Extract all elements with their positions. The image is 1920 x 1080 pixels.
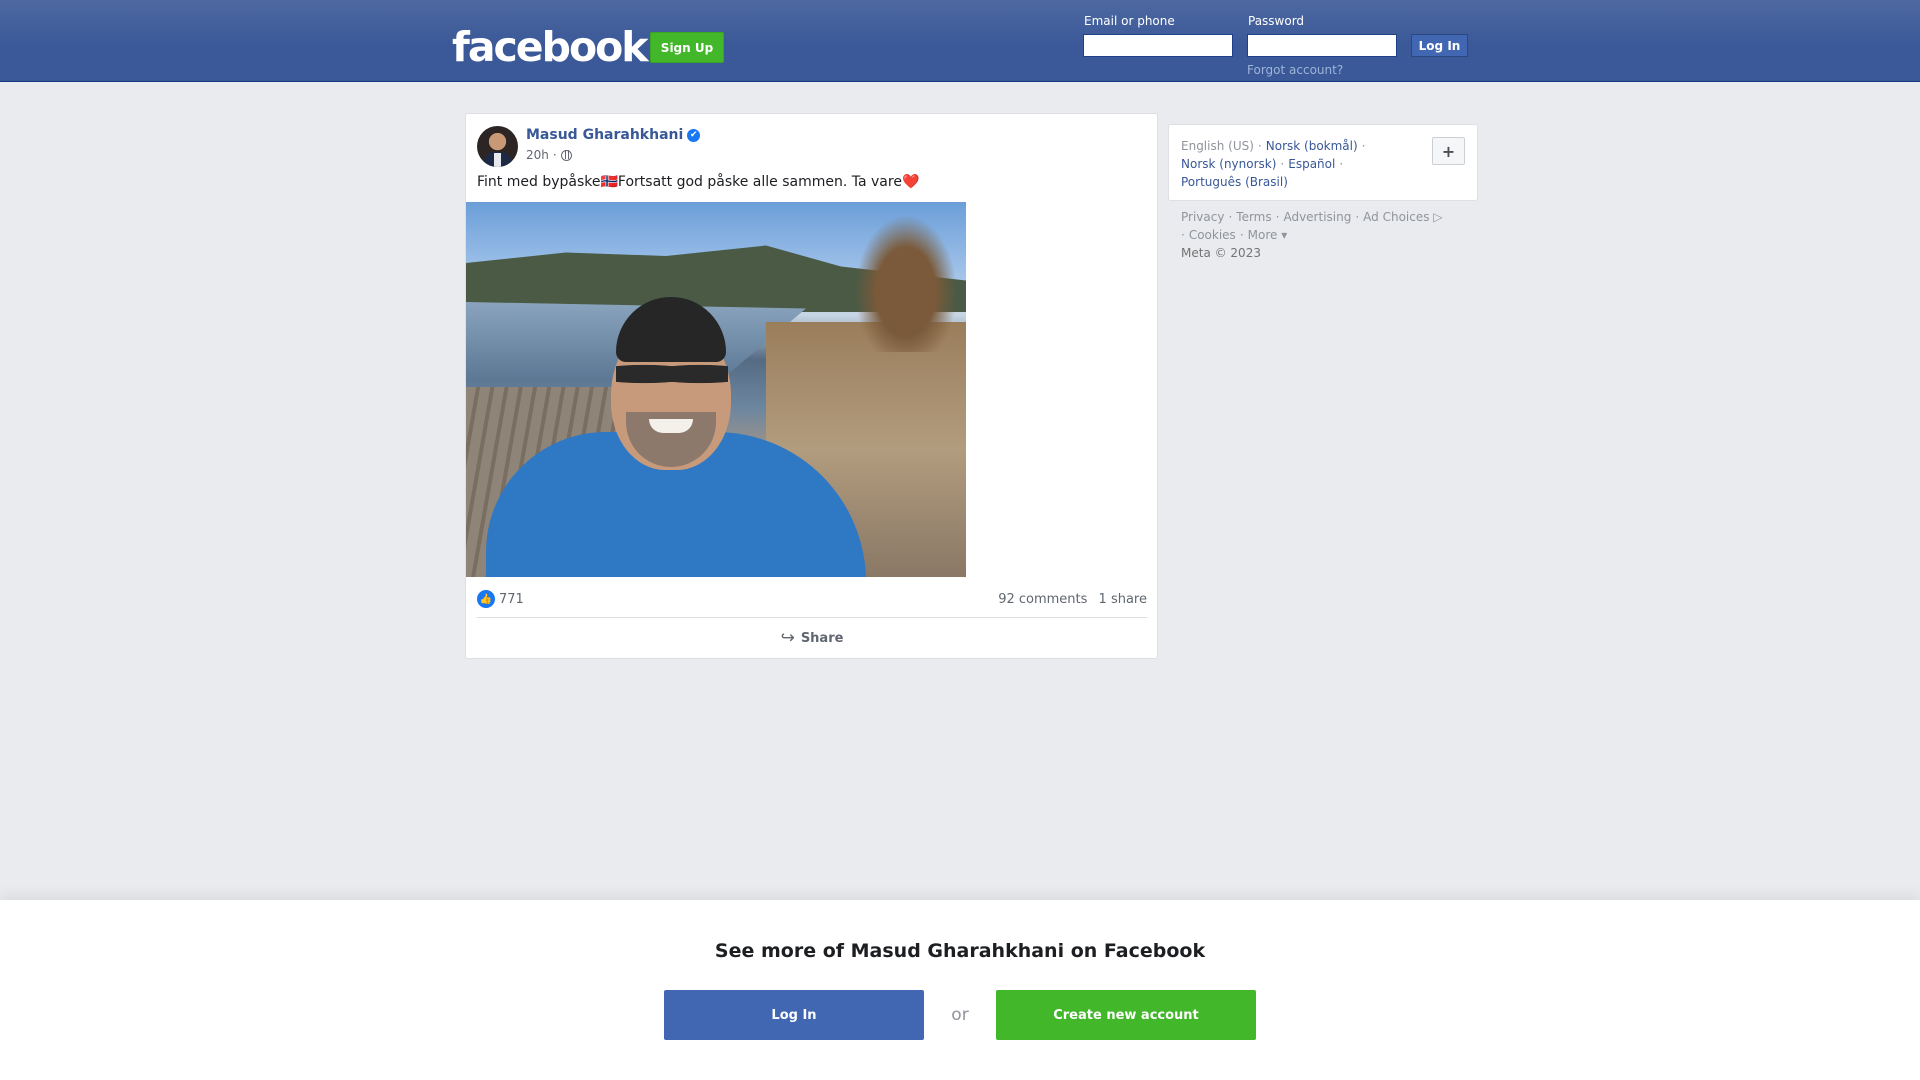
language-link[interactable]: Español: [1288, 157, 1335, 171]
copyright: Meta © 2023: [1181, 246, 1261, 260]
comment-share-counts: 92 comments 1 share: [998, 592, 1147, 607]
language-link[interactable]: Norsk (bokmål): [1266, 139, 1358, 153]
shares-count[interactable]: 1 share: [1099, 592, 1147, 607]
reactions[interactable]: 👍 771: [477, 590, 524, 608]
photo-tree: [846, 202, 966, 352]
avatar[interactable]: [477, 126, 518, 167]
create-account-button[interactable]: Create new account: [996, 990, 1256, 1040]
like-reaction-icon: 👍: [477, 590, 495, 608]
meta-separator: ·: [552, 148, 557, 162]
facebook-logo[interactable]: facebook: [452, 22, 649, 72]
share-button[interactable]: ↪ Share: [477, 619, 1147, 657]
engagement-counts: 👍 771 92 comments 1 share: [477, 590, 1147, 608]
footer-link-advertising[interactable]: Advertising: [1283, 210, 1351, 224]
separator: ·: [1228, 210, 1233, 224]
post-timestamp[interactable]: 20h: [526, 148, 549, 162]
post-meta: 20h ·: [526, 148, 572, 162]
language-selector-box: English (US) · Norsk (bokmål) · Norsk (nyno…: [1168, 124, 1478, 201]
separator: ·: [1339, 157, 1344, 171]
current-language: English (US): [1181, 139, 1254, 153]
share-icon: ↪: [780, 628, 795, 648]
footer-link-privacy[interactable]: Privacy: [1181, 210, 1224, 224]
password-field[interactable]: [1247, 34, 1397, 57]
separator: ·: [1355, 210, 1360, 224]
post-card: Masud Gharahkhani ✔ 20h · Fint med bypås…: [465, 113, 1158, 659]
share-label: Share: [800, 630, 844, 646]
banner-log-in-button[interactable]: Log In: [664, 990, 924, 1040]
separator: ·: [1280, 157, 1285, 171]
footer-link-more[interactable]: More ▾: [1248, 228, 1288, 242]
banner-or-text: or: [951, 1005, 969, 1025]
reaction-count[interactable]: 771: [499, 592, 524, 607]
footer-link-terms[interactable]: Terms: [1236, 210, 1271, 224]
globe-icon: [560, 149, 572, 161]
author-name[interactable]: Masud Gharahkhani: [526, 127, 683, 143]
separator: ·: [1239, 228, 1244, 242]
sign-up-button[interactable]: Sign Up: [650, 32, 724, 63]
more-languages-button[interactable]: +: [1432, 137, 1465, 165]
post-author[interactable]: Masud Gharahkhani ✔: [526, 127, 701, 143]
banner-title: See more of Masud Gharahkhani on Faceboo…: [714, 940, 1206, 962]
actions-divider: [477, 617, 1147, 618]
separator: ·: [1257, 139, 1262, 153]
login-prompt-banner: See more of Masud Gharahkhani on Faceboo…: [0, 900, 1920, 1080]
post-photo[interactable]: [466, 202, 966, 577]
forgot-account-link[interactable]: Forgot account?: [1247, 63, 1343, 77]
photo-sunglasses: [616, 360, 728, 388]
language-link[interactable]: Português (Brasil): [1181, 175, 1288, 189]
separator: ·: [1275, 210, 1280, 224]
email-label: Email or phone: [1084, 14, 1175, 28]
password-label: Password: [1248, 14, 1305, 28]
separator: ·: [1181, 228, 1185, 242]
footer-link-cookies[interactable]: Cookies: [1189, 228, 1236, 242]
footer-links: Privacy · Terms · Advertising · Ad Choices ▷ ·…: [1181, 208, 1481, 262]
separator: ·: [1361, 139, 1366, 153]
post-text: Fint med bypåske🇳🇴Fortsatt god påske all…: [477, 174, 920, 190]
language-link[interactable]: Norsk (nynorsk): [1181, 157, 1276, 171]
verified-badge-icon: ✔: [687, 128, 701, 142]
top-navigation-bar: facebook Sign Up Email or phone Password…: [0, 0, 1920, 82]
language-list: English (US) · Norsk (bokmål) · Norsk (nyno…: [1181, 137, 1421, 191]
footer-link-ad-choices[interactable]: Ad Choices ▷: [1363, 210, 1442, 224]
avatar-shirt: [494, 153, 501, 167]
comments-count[interactable]: 92 comments: [998, 592, 1087, 607]
log-in-button[interactable]: Log In: [1411, 34, 1468, 57]
email-field[interactable]: [1083, 34, 1233, 57]
